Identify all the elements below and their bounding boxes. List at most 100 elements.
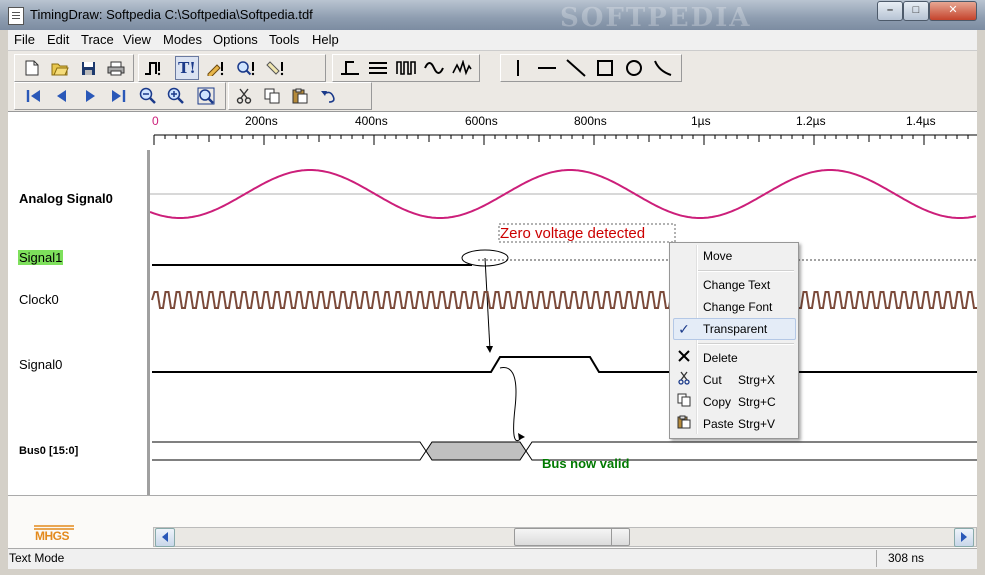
- clock0-trace: [151, 291, 977, 309]
- annotation-arrow-curve: [499, 367, 524, 442]
- diagonal-line-icon[interactable]: [565, 57, 587, 79]
- menu-help[interactable]: Help: [309, 32, 342, 47]
- menu-tools[interactable]: Tools: [266, 32, 302, 47]
- mode-toolbar: T!: [138, 54, 326, 82]
- scroll-right-button[interactable]: [954, 528, 974, 547]
- undo-icon[interactable]: [317, 85, 339, 107]
- paste-icon[interactable]: [289, 85, 311, 107]
- waveform-canvas: [150, 169, 977, 461]
- ctx-paste[interactable]: Paste: [703, 417, 734, 431]
- status-bar: Text Mode 308 ns: [8, 548, 977, 569]
- annotation-bus-valid[interactable]: Bus now valid: [542, 456, 629, 471]
- horizontal-scrollbar[interactable]: [153, 527, 977, 547]
- zoom-out-icon[interactable]: [137, 85, 159, 107]
- new-file-icon[interactable]: [21, 57, 43, 79]
- watermark: SOFTPEDIA: [560, 3, 752, 33]
- ctx-cut-shortcut: Strg+X: [738, 373, 776, 387]
- scroll-left-button[interactable]: [155, 528, 175, 547]
- navigation-toolbar: [14, 82, 226, 110]
- title-bar: TimingDraw: Softpedia C:\Softpedia\Softp…: [0, 0, 985, 33]
- signal-name-clock0[interactable]: Clock0: [19, 292, 59, 307]
- horizontal-line-icon[interactable]: [536, 57, 558, 79]
- status-mode: Text Mode: [9, 551, 65, 565]
- zoom-in-icon[interactable]: [165, 85, 187, 107]
- bus0-valid-segment: [425, 441, 527, 461]
- go-previous-icon[interactable]: [51, 85, 73, 107]
- signal-name-analog0[interactable]: Analog Signal0: [19, 191, 113, 206]
- app-icon: [8, 7, 24, 25]
- menu-modes[interactable]: Modes: [160, 32, 205, 47]
- menu-options[interactable]: Options: [210, 32, 261, 47]
- measure-mode-icon[interactable]: [265, 57, 287, 79]
- context-menu: Move Change Text Change Font ✓ Transpare…: [669, 242, 799, 439]
- copy-icon[interactable]: [261, 85, 283, 107]
- ruler-tick-marks: [153, 134, 977, 145]
- annotation-arrow-head: [486, 346, 493, 353]
- ctx-change-text[interactable]: Change Text: [703, 278, 770, 292]
- signal-name-signal0[interactable]: Signal0: [19, 357, 62, 372]
- save-icon[interactable]: [77, 57, 99, 79]
- cut-icon: [676, 371, 692, 387]
- shape-toolbar: [500, 54, 682, 82]
- waveform-area[interactable]: Zero voltage detected Bus now valid: [150, 150, 977, 495]
- glitch-signal-icon[interactable]: [451, 57, 473, 79]
- signal0-trace: [152, 356, 977, 373]
- logo-text: MHGS: [35, 529, 70, 543]
- go-next-icon[interactable]: [79, 85, 101, 107]
- file-toolbar: [14, 54, 134, 82]
- window-title: TimingDraw: Softpedia C:\Softpedia\Softp…: [30, 7, 313, 22]
- cut-icon[interactable]: [233, 85, 255, 107]
- signal-name-bus0[interactable]: Bus0 [15:0]: [19, 445, 78, 457]
- pulse-train-icon[interactable]: [395, 57, 417, 79]
- edit-toolbar: [228, 82, 372, 110]
- menu-view[interactable]: View: [120, 32, 154, 47]
- curve-icon[interactable]: [652, 57, 674, 79]
- signal-name-signal1[interactable]: Signal1: [18, 250, 64, 265]
- maximize-button[interactable]: □: [903, 1, 929, 21]
- ruler-ticks: [153, 134, 977, 145]
- signal-names-panel: Analog Signal0 Signal1 Clock0 Signal0 Bu…: [8, 150, 147, 495]
- circle-icon[interactable]: [623, 57, 645, 79]
- menu-edit[interactable]: Edit: [44, 32, 72, 47]
- annotation-arrow-head-2: [518, 433, 525, 440]
- zoom-mode-icon[interactable]: [235, 57, 257, 79]
- ctx-cut[interactable]: Cut: [703, 373, 722, 387]
- menu-file[interactable]: File: [11, 32, 38, 47]
- text-mode-icon[interactable]: T!: [175, 56, 199, 80]
- ctx-move[interactable]: Move: [703, 249, 732, 263]
- edit-mode-icon[interactable]: [205, 57, 227, 79]
- close-button[interactable]: ✕: [929, 1, 977, 21]
- check-icon: ✓: [678, 321, 690, 337]
- delete-x-icon: [676, 349, 692, 365]
- ctx-change-font[interactable]: Change Font: [703, 300, 772, 314]
- status-time: 308 ns: [888, 551, 925, 565]
- menu-trace[interactable]: Trace: [78, 32, 117, 47]
- ctx-copy[interactable]: Copy: [703, 395, 731, 409]
- minimize-button[interactable]: –: [877, 1, 903, 21]
- scroll-thumb[interactable]: [514, 528, 630, 546]
- ctx-copy-shortcut: Strg+C: [738, 395, 776, 409]
- vertical-line-icon[interactable]: [507, 57, 529, 79]
- ctx-delete[interactable]: Delete: [703, 351, 738, 365]
- bottom-panel: MHGS: [8, 495, 977, 548]
- menu-bar: File Edit Trace View Modes Options Tools…: [8, 30, 977, 51]
- print-icon[interactable]: [105, 57, 127, 79]
- mhgs-logo: MHGS: [34, 522, 74, 544]
- ctx-transparent[interactable]: Transparent: [703, 322, 767, 336]
- trace-mode-icon[interactable]: [143, 57, 165, 79]
- analog-signal-icon[interactable]: [423, 57, 445, 79]
- copy-icon: [676, 393, 692, 409]
- ctx-paste-shortcut: Strg+V: [738, 417, 776, 431]
- go-last-icon[interactable]: [107, 85, 129, 107]
- bus0-trace-left: [152, 441, 427, 461]
- annotation-zero-voltage[interactable]: Zero voltage detected: [500, 225, 645, 242]
- bus-signal-icon[interactable]: [367, 57, 389, 79]
- zoom-fit-icon[interactable]: [195, 85, 217, 107]
- paste-icon: [676, 415, 692, 431]
- signal-toolbar: [332, 54, 480, 82]
- clock-signal-icon[interactable]: [339, 57, 361, 79]
- time-ruler[interactable]: 0 200ns 400ns 600ns 800ns 1µs 1.2µs 1.4µ…: [8, 111, 977, 151]
- open-folder-icon[interactable]: [49, 57, 71, 79]
- go-first-icon[interactable]: [23, 85, 45, 107]
- rectangle-icon[interactable]: [594, 57, 616, 79]
